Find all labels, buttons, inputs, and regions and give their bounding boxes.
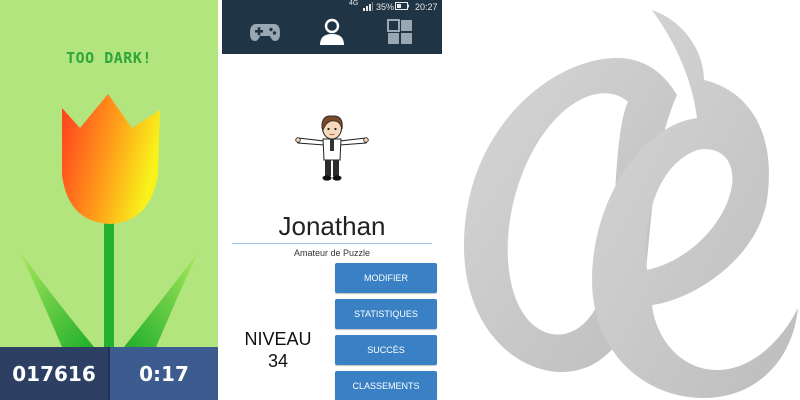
battery-icon (395, 2, 409, 12)
tab-profile[interactable] (302, 14, 362, 54)
profile-icon (318, 18, 346, 50)
gamepad-icon (249, 21, 281, 47)
tab-games[interactable] (235, 14, 295, 54)
timer-display: 0:17 (110, 347, 218, 400)
game-footer-bar: 017616 0:17 (0, 347, 218, 400)
signal-icon (363, 2, 373, 13)
player-name: Jonathan (278, 211, 386, 241)
battery-percent: 35% (376, 2, 395, 12)
brand-logo-icon (463, 10, 798, 398)
tab-puzzles[interactable] (370, 14, 430, 54)
score-display: 017616 (0, 347, 108, 400)
statistics-button[interactable]: STATISTIQUES (335, 299, 437, 329)
game-screen: TOO DARK! 017616 0:17 (0, 0, 218, 400)
status-bar: 4G 35% 20:27 (222, 0, 442, 14)
level-label: NIVEAU (244, 329, 312, 349)
network-indicator: 4G (349, 0, 359, 7)
player-title: Amateur de Puzzle (293, 248, 371, 258)
clock: 20:27 (415, 2, 438, 12)
name-underline (232, 243, 432, 244)
grid-icon (387, 19, 413, 49)
tab-bar (222, 14, 442, 54)
player-avatar (295, 115, 369, 181)
leaderboards-button[interactable]: CLASSEMENTS (335, 371, 437, 400)
profile-screen: 4G 35% 20:27 Jonathan Amateur de Puzzle … (222, 0, 442, 400)
player-level: NIVEAU 34 (236, 328, 320, 372)
game-status-message: TOO DARK! (66, 49, 152, 67)
level-value: 34 (267, 351, 289, 371)
modifier-button[interactable]: MODIFIER (335, 263, 437, 293)
achievements-button[interactable]: SUCCÈS (335, 335, 437, 365)
